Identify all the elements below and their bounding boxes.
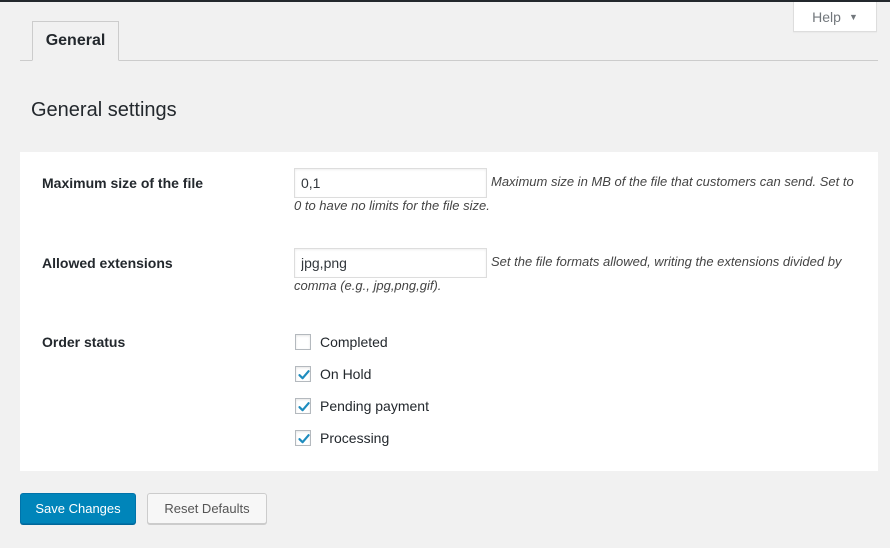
checkmark-icon: [298, 370, 310, 380]
pending-payment-checkbox[interactable]: [295, 398, 311, 414]
section-title: General settings: [31, 99, 177, 121]
processing-checkbox[interactable]: [295, 430, 311, 446]
help-button[interactable]: Help ▼: [793, 2, 877, 32]
order-status-option-processing[interactable]: Processing: [295, 429, 389, 447]
on-hold-label: On Hold: [320, 366, 372, 382]
tab-bar: General: [20, 0, 878, 61]
order-status-option-pending-payment[interactable]: Pending payment: [295, 397, 429, 415]
checkmark-icon: [298, 402, 310, 412]
tab-general[interactable]: General: [32, 21, 119, 61]
on-hold-checkbox[interactable]: [295, 366, 311, 382]
order-status-label: Order status: [42, 334, 126, 350]
order-status-option-completed[interactable]: Completed: [295, 333, 388, 351]
save-changes-button[interactable]: Save Changes: [20, 493, 136, 524]
pending-payment-label: Pending payment: [320, 398, 429, 414]
reset-defaults-button[interactable]: Reset Defaults: [147, 493, 267, 524]
help-label: Help: [812, 8, 841, 25]
completed-checkbox[interactable]: [295, 334, 311, 350]
extensions-description: Set the file formats allowed, writing th…: [294, 254, 842, 293]
max-size-description: Maximum size in MB of the file that cust…: [294, 174, 854, 213]
extensions-label: Allowed extensions: [42, 255, 173, 271]
order-status-option-on-hold[interactable]: On Hold: [295, 365, 371, 383]
processing-label: Processing: [320, 430, 390, 446]
settings-panel: Maximum size of the file Maximum size in…: [20, 152, 878, 471]
completed-label: Completed: [320, 334, 388, 350]
checkmark-icon: [298, 434, 310, 444]
caret-down-icon: ▼: [848, 11, 858, 22]
max-size-label: Maximum size of the file: [42, 175, 204, 191]
